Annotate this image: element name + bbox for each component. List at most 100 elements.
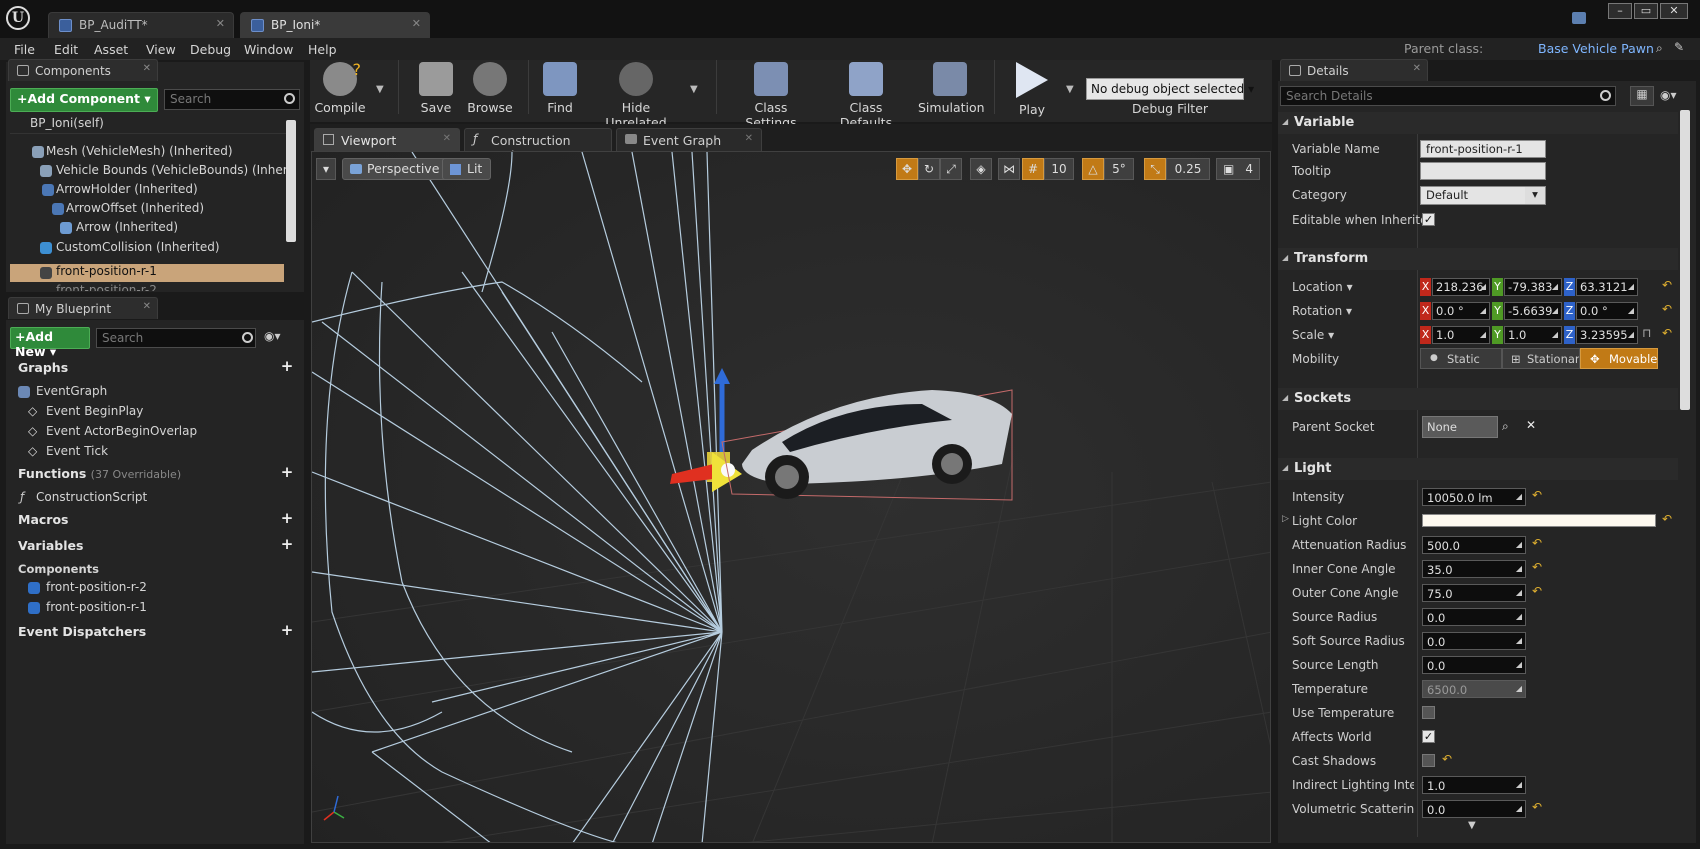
- close-icon[interactable]: ✕: [143, 301, 151, 312]
- scale-tool-icon[interactable]: ⤢: [940, 158, 962, 180]
- compile-button[interactable]: ? Compile: [312, 56, 368, 118]
- tab-event-graph[interactable]: Event Graph ✕: [616, 128, 762, 151]
- tree-item-arrowoffset[interactable]: ArrowOffset (Inherited): [42, 201, 286, 219]
- reset-icon[interactable]: ↶: [1532, 560, 1542, 574]
- intensity-input[interactable]: 10050.0 lm: [1422, 488, 1526, 506]
- scale-snap-value[interactable]: 0.25: [1166, 158, 1210, 180]
- close-icon[interactable]: ✕: [1413, 63, 1421, 74]
- indirect-lighting-intensity-input[interactable]: 1.0: [1422, 776, 1526, 794]
- menu-window[interactable]: Window: [244, 42, 293, 57]
- close-window-button[interactable]: ✕: [1660, 3, 1688, 19]
- reset-icon[interactable]: ↶: [1662, 302, 1672, 316]
- attenuation-radius-input[interactable]: 500.0: [1422, 536, 1526, 554]
- use-temperature-checkbox[interactable]: [1422, 706, 1435, 719]
- components-scrollbar[interactable]: [286, 120, 296, 242]
- scale-snap-icon[interactable]: ⤡: [1144, 158, 1166, 180]
- event-dispatchers-section[interactable]: Event Dispatchers +: [8, 623, 302, 644]
- tree-item-vehicle-bounds[interactable]: Vehicle Bounds (VehicleBounds) (Inherite…: [38, 163, 286, 181]
- tree-item-front-position-r-1[interactable]: front-position-r-1: [10, 264, 284, 282]
- clear-icon[interactable]: ✕: [1526, 418, 1536, 432]
- tree-item-mesh[interactable]: Mesh (VehicleMesh) (Inherited): [20, 144, 286, 162]
- reset-icon[interactable]: ↶: [1662, 326, 1672, 340]
- add-function-button[interactable]: +: [280, 465, 294, 480]
- reset-icon[interactable]: ↶: [1532, 536, 1542, 550]
- menu-debug[interactable]: Debug: [190, 42, 231, 57]
- menu-file[interactable]: File: [14, 42, 35, 57]
- tree-item-arrow[interactable]: Arrow (Inherited): [58, 220, 286, 238]
- tree-item-customcollision[interactable]: CustomCollision (Inherited): [38, 240, 286, 258]
- maximize-button[interactable]: ▭: [1634, 3, 1658, 19]
- rotation-label[interactable]: Rotation ▾: [1292, 304, 1352, 318]
- rotation-snap-value[interactable]: 5°: [1104, 158, 1134, 180]
- wrench-icon[interactable]: ✎: [1674, 40, 1684, 54]
- reset-icon[interactable]: ↶: [1662, 278, 1672, 292]
- tab-construction-script[interactable]: ƒConstruction Scrip: [464, 128, 612, 163]
- mobility-movable-button[interactable]: ✥ Movable: [1580, 348, 1658, 369]
- eye-icon[interactable]: ◉▾: [1660, 88, 1677, 102]
- reset-icon[interactable]: ↶: [1532, 800, 1542, 814]
- variable-front-position-r-1[interactable]: front-position-r-1: [28, 600, 290, 618]
- grid-snap-value[interactable]: 10: [1044, 158, 1074, 180]
- viewport-options-button[interactable]: ▾: [316, 158, 336, 180]
- macros-section[interactable]: Macros +: [8, 511, 302, 532]
- temperature-input[interactable]: 6500.0: [1422, 680, 1526, 698]
- scale-label[interactable]: Scale ▾: [1292, 328, 1334, 342]
- search-icon[interactable]: ⌕: [1656, 41, 1663, 56]
- simulation-button[interactable]: Simulation: [918, 56, 985, 118]
- play-options-chevron-icon[interactable]: ▼: [1066, 84, 1074, 95]
- add-macro-button[interactable]: +: [280, 511, 294, 526]
- world-local-icon[interactable]: ◈: [970, 158, 992, 180]
- components-tab[interactable]: Components ✕: [8, 59, 158, 81]
- parent-socket-value[interactable]: None: [1422, 416, 1498, 438]
- parent-class-link[interactable]: Base Vehicle Pawn: [1538, 41, 1654, 56]
- translate-tool-icon[interactable]: ✥: [896, 158, 918, 180]
- add-component-button[interactable]: +Add Component ▾: [10, 88, 158, 112]
- source-control-icon[interactable]: [1572, 12, 1586, 24]
- surface-snap-icon[interactable]: ⋈: [998, 158, 1020, 180]
- tab-viewport[interactable]: Viewport ✕: [314, 128, 460, 151]
- blueprint-search-input[interactable]: Search: [96, 328, 256, 348]
- camera-speed-button[interactable]: ▣ 4: [1216, 158, 1260, 180]
- editable-inherited-checkbox[interactable]: ✓: [1422, 213, 1435, 226]
- menu-view[interactable]: View: [146, 42, 176, 57]
- tree-item-arrowholder[interactable]: ArrowHolder (Inherited): [32, 182, 286, 200]
- doc-tab-bp-ioni[interactable]: BP_Ioni* ✕: [240, 12, 430, 38]
- rotate-tool-icon[interactable]: ↻: [918, 158, 940, 180]
- expand-icon[interactable]: ▷: [1282, 514, 1289, 524]
- close-icon[interactable]: ✕: [216, 17, 225, 30]
- reset-icon[interactable]: ↶: [1532, 488, 1542, 502]
- viewport-canvas[interactable]: [311, 151, 1271, 843]
- event-beginplay-item[interactable]: ◇ Event BeginPlay: [28, 404, 290, 422]
- event-tick-item[interactable]: ◇ Event Tick: [28, 444, 290, 462]
- location-z-input[interactable]: 63.3121: [1576, 278, 1638, 296]
- tree-item-front-position-r-2[interactable]: front-position-r-2: [10, 283, 284, 291]
- play-button[interactable]: Play: [1004, 56, 1060, 118]
- tree-root[interactable]: BP_Ioni(self): [10, 116, 286, 134]
- save-button[interactable]: Save: [410, 56, 462, 118]
- add-new-button[interactable]: +Add New ▾: [10, 327, 90, 359]
- browse-button[interactable]: Browse: [464, 56, 516, 118]
- event-graph-item[interactable]: EventGraph: [10, 384, 290, 402]
- components-category[interactable]: Components: [8, 562, 288, 580]
- transform-section[interactable]: Transform: [1278, 248, 1678, 270]
- minimize-button[interactable]: –: [1608, 3, 1632, 19]
- close-icon[interactable]: ✕: [443, 133, 451, 144]
- variable-name-input[interactable]: front-position-r-1: [1420, 140, 1546, 158]
- affects-world-checkbox[interactable]: ✓: [1422, 730, 1435, 743]
- doc-tab-bp-auditt[interactable]: BP_AudiTT* ✕: [48, 12, 234, 38]
- eye-icon[interactable]: ◉▾: [264, 329, 281, 343]
- volumetric-scattering-int-input[interactable]: 0.0: [1422, 800, 1526, 818]
- graphs-section[interactable]: Graphs +: [8, 359, 302, 380]
- perspective-button[interactable]: Perspective: [342, 158, 449, 180]
- my-blueprint-tab[interactable]: My Blueprint ✕: [8, 297, 158, 319]
- light-color-swatch[interactable]: [1422, 514, 1656, 527]
- details-search-input[interactable]: Search Details: [1280, 86, 1616, 106]
- location-x-input[interactable]: 218.236: [1432, 278, 1490, 296]
- details-scrollbar[interactable]: [1680, 110, 1690, 410]
- reset-icon[interactable]: ↶: [1532, 584, 1542, 598]
- variable-section[interactable]: Variable: [1278, 112, 1678, 134]
- location-y-input[interactable]: -79.383: [1504, 278, 1562, 296]
- add-dispatcher-button[interactable]: +: [280, 623, 294, 638]
- construction-script-item[interactable]: ƒ ConstructionScript: [18, 490, 290, 508]
- search-icon[interactable]: ⌕: [1502, 419, 1509, 434]
